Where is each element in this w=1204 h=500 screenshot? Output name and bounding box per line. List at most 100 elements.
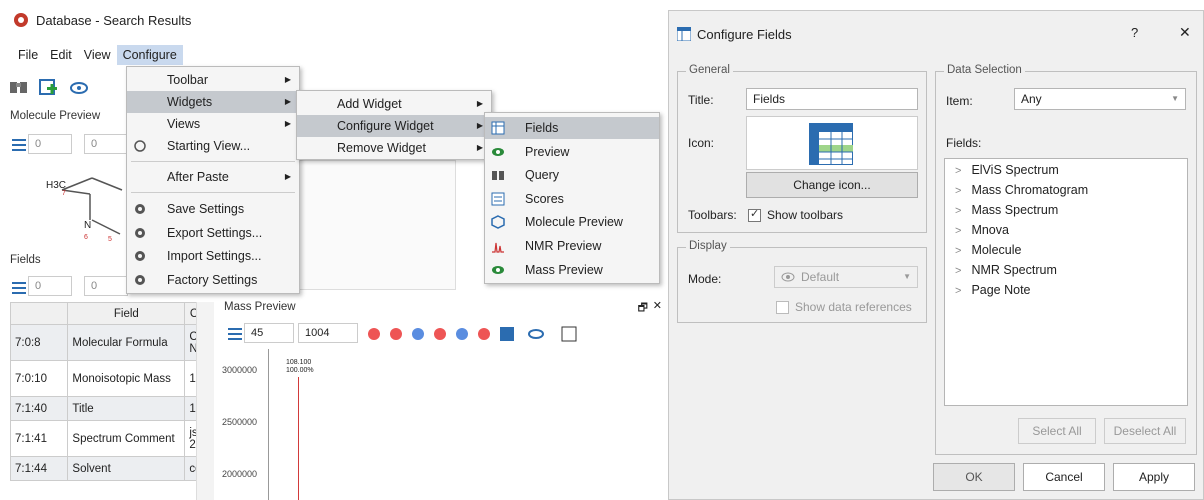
tree-item-mass-chromatogram[interactable]: > Mass Chromatogram — [955, 183, 1088, 197]
binoculars-icon[interactable] — [8, 77, 30, 97]
mode-select[interactable]: Default ▼ — [774, 266, 918, 288]
tree-item-mnova[interactable]: > Mnova — [955, 223, 1009, 237]
mode-label: Mode: — [688, 272, 722, 286]
menu-item-scores[interactable]: Scores — [485, 188, 659, 210]
select-all-button[interactable]: Select All — [1018, 418, 1096, 444]
tree-item-nmr-spectrum[interactable]: > NMR Spectrum — [955, 263, 1057, 277]
tree-item-mass-spectrum[interactable]: > Mass Spectrum — [955, 203, 1058, 217]
menu-item-configure-widget[interactable]: Configure Widget ▶ — [297, 115, 491, 137]
menu-item-add-widget[interactable]: Add Widget ▶ — [297, 93, 491, 115]
table-row[interactable]: 7:0:10 Monoisotopic Mass 10 — [9, 360, 214, 397]
table-icon — [677, 27, 691, 41]
window-title: Database - Search Results — [36, 12, 192, 28]
fields-table-icon — [809, 123, 853, 165]
menu-item-toolbar[interactable]: Toolbar ▶ — [127, 69, 299, 91]
chevron-right-icon[interactable]: > — [955, 265, 961, 277]
chevron-right-icon[interactable]: > — [955, 205, 961, 217]
menu-item-remove-widget[interactable]: Remove Widget ▶ — [297, 137, 491, 159]
show-toolbars-label[interactable]: Show toolbars — [767, 208, 843, 222]
chevron-right-icon[interactable]: > — [955, 225, 961, 237]
close-panel-icon[interactable]: ✕ — [653, 299, 662, 312]
menu-item-views[interactable]: Views ▶ — [127, 113, 299, 135]
tree-item-elvis-spectrum[interactable]: > ElViS Spectrum — [955, 163, 1059, 177]
submenu-arrow-icon: ▶ — [476, 121, 483, 130]
menu-item-starting-view[interactable]: Starting View... — [127, 135, 299, 157]
table-row[interactable]: 7:1:40 Title 1H — [9, 396, 214, 421]
new-widget-icon[interactable] — [38, 77, 60, 97]
gear-factory-icon — [135, 275, 145, 285]
table-scrollbar[interactable] — [196, 302, 214, 500]
change-icon-button[interactable]: Change icon... — [746, 172, 918, 198]
show-data-references-checkbox[interactable] — [776, 300, 789, 315]
item-label: Item: — [946, 94, 973, 108]
float-panel-icon[interactable]: 🗗 — [638, 299, 648, 318]
submenu-arrow-icon: ▶ — [284, 172, 291, 181]
nmr-spectrum-icon — [492, 242, 504, 253]
item-select[interactable]: Any ▼ — [1014, 88, 1186, 110]
menu-configure[interactable]: Configure — [116, 45, 183, 65]
menu-item-mass-preview[interactable]: Mass Preview — [485, 259, 659, 281]
menu-item-nmr-preview[interactable]: NMR Preview — [485, 235, 659, 257]
view-icon[interactable] — [68, 77, 90, 97]
apply-button[interactable]: Apply — [1113, 463, 1195, 491]
table-row[interactable]: 7:1:41 Spectrum Comment js1 24I — [9, 420, 214, 457]
y-tick-3000000: 3000000 — [222, 365, 258, 375]
menu-item-preview[interactable]: Preview — [485, 141, 659, 163]
mass-menu-icon[interactable] — [228, 328, 242, 340]
ok-button[interactable]: OK — [933, 463, 1015, 491]
title-bar: Database - Search Results — [0, 0, 668, 40]
menu-file[interactable]: File — [12, 45, 44, 65]
mass-to-spin[interactable]: 1004 — [298, 323, 358, 343]
show-data-references-label[interactable]: Show data references — [795, 300, 912, 314]
help-button[interactable]: ? — [1131, 25, 1138, 40]
fields-menu-icon[interactable] — [12, 282, 26, 294]
menu-item-widgets[interactable]: Widgets ▶ — [127, 91, 299, 113]
tree-item-page-note[interactable]: > Page Note — [955, 283, 1031, 297]
table-row[interactable]: 7:0:8 Molecular Formula C7 N — [9, 324, 214, 361]
fields-spin-1[interactable]: 0 — [28, 276, 72, 296]
row-field: Spectrum Comment — [67, 420, 186, 457]
menu-item-molecule-preview[interactable]: Molecule Preview — [485, 211, 659, 233]
menu-item-factory-settings[interactable]: Factory Settings — [127, 269, 299, 291]
menu-edit[interactable]: Edit — [44, 45, 78, 65]
eye-icon — [492, 148, 504, 156]
show-toolbars-checkbox[interactable] — [748, 207, 761, 223]
menu-view[interactable]: View — [78, 45, 117, 65]
gear-export-icon — [135, 228, 145, 238]
chevron-right-icon[interactable]: > — [955, 285, 961, 297]
list-icon — [491, 192, 505, 206]
menu-item-export-settings[interactable]: Export Settings... — [127, 222, 299, 244]
mass-preview-panel: Mass Preview 🗗 ✕ 45 1004 3000000 2500000… — [218, 297, 668, 500]
data-selection-group-label: Data Selection — [944, 64, 1025, 76]
menu-item-fields[interactable]: Fields — [485, 117, 659, 139]
title-input[interactable]: Fields — [746, 88, 918, 110]
chevron-right-icon[interactable]: > — [955, 185, 961, 197]
binoculars-icon — [492, 171, 504, 180]
molecule-structure — [61, 177, 123, 235]
submenu-arrow-icon: ▶ — [284, 97, 291, 106]
molecule-spin-2[interactable]: 0 — [84, 134, 128, 154]
mass-from-spin[interactable]: 45 — [244, 323, 294, 343]
menu-item-save-settings[interactable]: Save Settings — [127, 198, 299, 220]
menu-item-import-settings[interactable]: Import Settings... — [127, 245, 299, 267]
deselect-all-button[interactable]: Deselect All — [1104, 418, 1186, 444]
menu-bar: File Edit View Configure — [12, 44, 183, 66]
icon-label: Icon: — [688, 136, 715, 150]
gear-import-icon — [135, 251, 145, 261]
chevron-right-icon[interactable]: > — [955, 245, 961, 257]
molecule-spin-1[interactable]: 0 — [28, 134, 72, 154]
menu-item-query[interactable]: Query — [485, 164, 659, 186]
close-icon[interactable]: ✕ — [1179, 24, 1191, 41]
chevron-right-icon[interactable]: > — [955, 165, 961, 177]
general-group: General Title: Fields Icon: Change icon.… — [677, 64, 927, 233]
mass-toolbar-icons[interactable] — [364, 323, 624, 345]
tree-item-molecule[interactable]: > Molecule — [955, 243, 1021, 257]
fields-spin-2[interactable]: 0 — [84, 276, 128, 296]
cancel-button[interactable]: Cancel — [1023, 463, 1105, 491]
menu-item-after-paste[interactable]: After Paste ▶ — [127, 166, 299, 188]
toolbars-label: Toolbars: — [688, 208, 737, 222]
peak-percent-label: 100.00% — [286, 367, 314, 374]
menu-icon[interactable] — [12, 139, 26, 151]
table-row[interactable]: 7:1:44 Solvent cdc — [9, 456, 214, 481]
field-column-header[interactable]: Field — [67, 302, 186, 325]
